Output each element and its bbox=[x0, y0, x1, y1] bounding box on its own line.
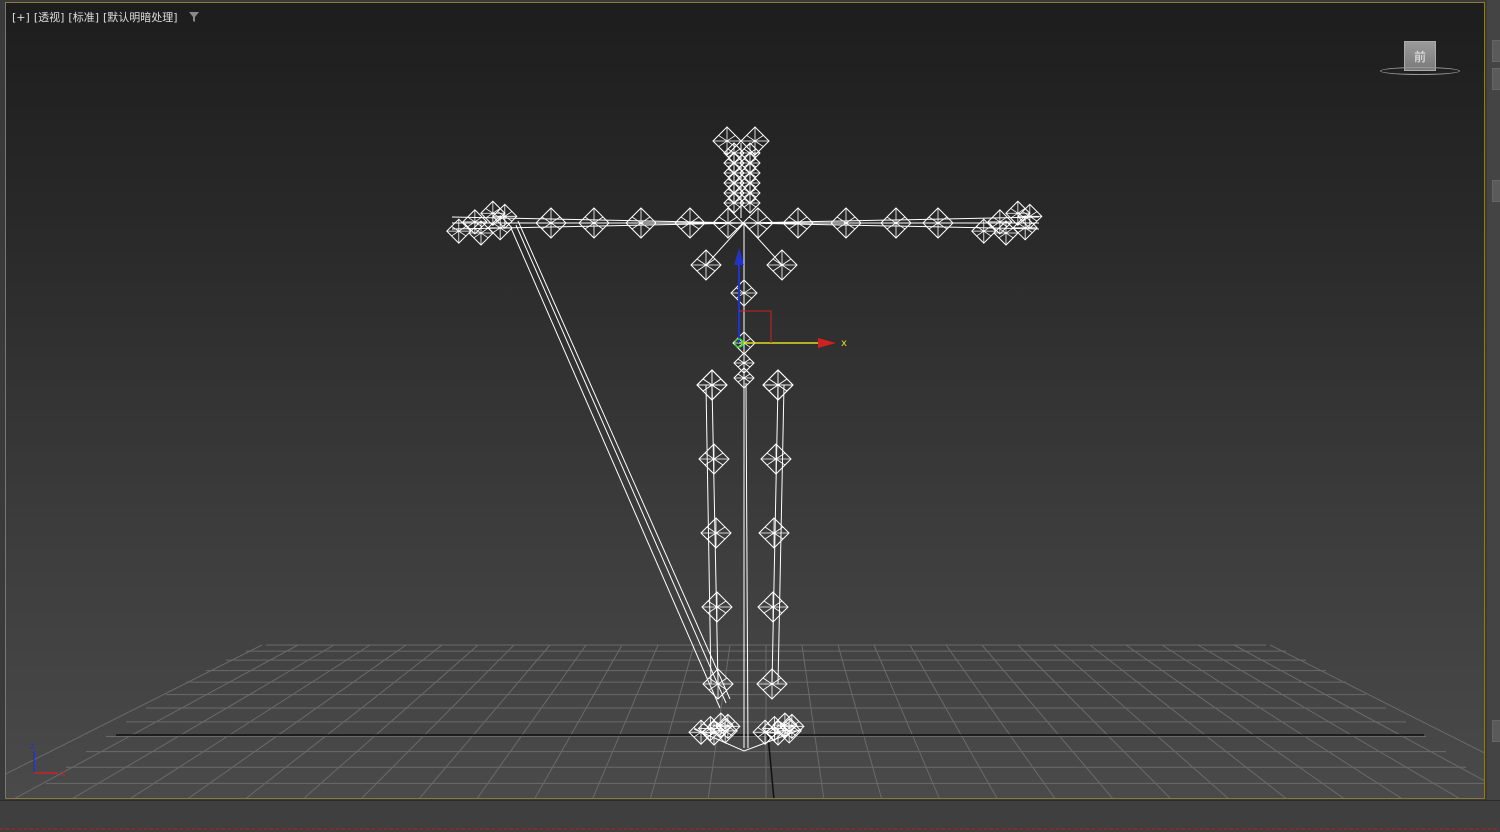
viewport-label-bar: [+] [透视] [标准] [默认明暗处理] bbox=[12, 9, 200, 25]
bone bbox=[745, 382, 749, 749]
bone-joint bbox=[1012, 215, 1038, 241]
ground-grid bbox=[6, 644, 1484, 798]
tripod-z-label: z bbox=[30, 742, 35, 752]
bone bbox=[510, 227, 721, 709]
bone-joint bbox=[700, 517, 732, 549]
viewport-scene[interactable]: xzx bbox=[6, 3, 1485, 799]
filter-icon[interactable] bbox=[188, 11, 200, 23]
timeline-track[interactable] bbox=[0, 828, 1500, 830]
bone-joint bbox=[830, 207, 862, 239]
bone-joint bbox=[535, 207, 567, 239]
bone-joint bbox=[578, 207, 610, 239]
tripod-x-label: x bbox=[60, 769, 66, 779]
bone bbox=[711, 384, 719, 685]
bone bbox=[743, 222, 783, 266]
strip-handle[interactable] bbox=[1492, 720, 1500, 742]
perspective-viewport[interactable]: xzx [+] [透视] [标准] [默认明暗处理] 前 bbox=[5, 2, 1485, 799]
bone-joint bbox=[922, 207, 954, 239]
bottom-timeline-strip bbox=[0, 800, 1500, 832]
right-scroll-strip bbox=[1487, 0, 1500, 831]
bone-joint bbox=[468, 220, 494, 246]
strip-handle[interactable] bbox=[1492, 40, 1500, 62]
bone bbox=[771, 384, 779, 685]
bone-joint bbox=[758, 517, 790, 549]
gizmo-x-label: x bbox=[841, 338, 847, 349]
viewport-menu-plus[interactable]: [+] bbox=[12, 11, 30, 24]
gizmo-z-arrow bbox=[734, 248, 744, 265]
viewport-point-of-view-label[interactable]: [透视] bbox=[34, 9, 65, 25]
bone bbox=[515, 224, 727, 704]
viewcube[interactable]: 前 bbox=[1380, 39, 1464, 85]
gizmo-x-arrow bbox=[818, 338, 836, 348]
strip-handle[interactable] bbox=[1492, 68, 1500, 90]
bone-joint bbox=[712, 207, 744, 239]
viewcube-compass-ring[interactable] bbox=[1380, 67, 1460, 75]
bone-joint bbox=[782, 207, 814, 239]
axis-tripod: zx bbox=[30, 742, 66, 779]
viewport-shading-label[interactable]: [默认明暗处理] bbox=[103, 9, 178, 25]
bone-joint bbox=[487, 215, 513, 241]
bone bbox=[777, 384, 785, 685]
bone-joint bbox=[674, 207, 706, 239]
bone-joint bbox=[993, 220, 1019, 246]
bone-joint bbox=[740, 126, 770, 156]
bone bbox=[517, 220, 731, 700]
strip-handle[interactable] bbox=[1492, 180, 1500, 202]
bone bbox=[705, 384, 712, 685]
viewport-standard-label[interactable]: [标准] bbox=[68, 9, 99, 25]
bone-joint bbox=[742, 207, 774, 239]
bone-joint bbox=[880, 207, 912, 239]
bone-joint bbox=[625, 207, 657, 239]
skeleton bbox=[446, 126, 1043, 752]
